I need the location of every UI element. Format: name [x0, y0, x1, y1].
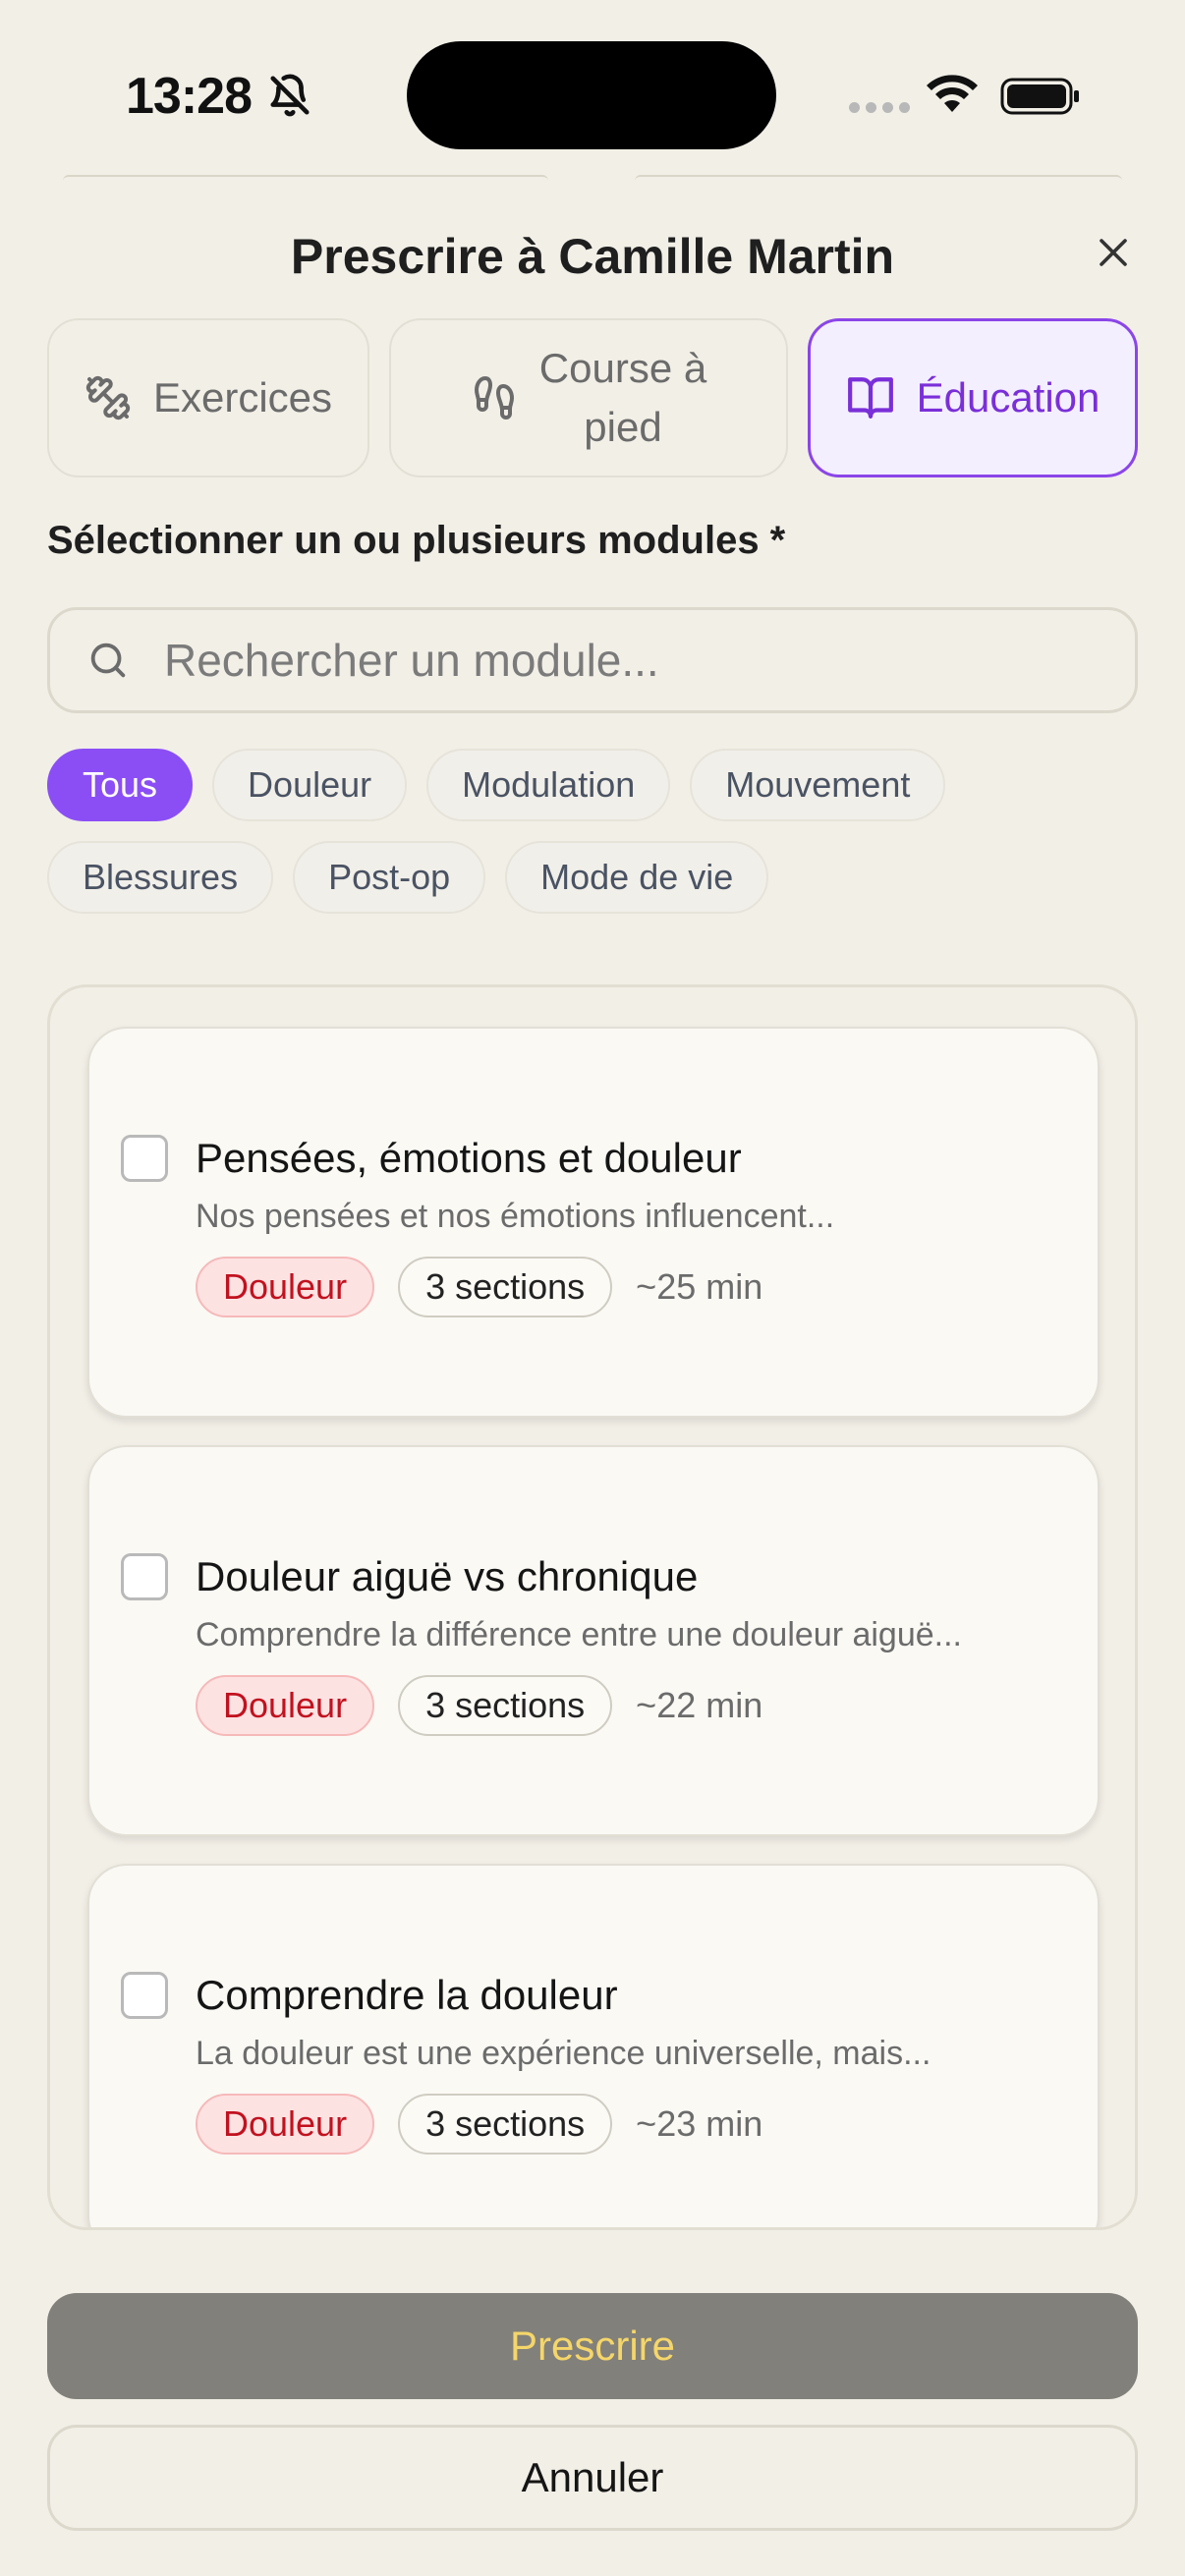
- module-title: Douleur aiguë vs chronique: [196, 1553, 699, 1599]
- tab-label: Éducation: [916, 374, 1100, 420]
- module-meta: Douleur 3 sections ~22 min: [196, 1675, 762, 1736]
- sheet-title: Prescrire à Camille Martin: [290, 229, 895, 284]
- sections-badge: 3 sections: [398, 2094, 613, 2155]
- module-description: Comprendre la différence entre une doule…: [196, 1616, 962, 1653]
- module-card[interactable]: Douleur aiguë vs chronique Comprendre la…: [87, 1445, 1100, 1836]
- duration-label: ~23 min: [636, 2103, 763, 2144]
- status-bar: 13:28: [0, 0, 1185, 187]
- footprints-icon: [474, 376, 514, 420]
- tab-exercices[interactable]: Exercices: [47, 318, 369, 477]
- tab-label-line: Course à: [538, 345, 707, 391]
- sections-badge: 3 sections: [398, 1257, 613, 1317]
- cancel-button[interactable]: Annuler: [47, 2425, 1138, 2531]
- wifi-icon: [927, 75, 978, 112]
- module-meta: Douleur 3 sections ~23 min: [196, 2094, 762, 2155]
- search-input[interactable]: [164, 634, 1048, 687]
- category-badge: Douleur: [196, 1257, 375, 1317]
- signal-icon: [849, 102, 910, 113]
- search-field[interactable]: [47, 607, 1138, 713]
- tab-label: Course à pied: [539, 339, 706, 457]
- tab-label-line: pied: [584, 404, 662, 450]
- dynamic-island: [407, 41, 776, 149]
- filter-chip-blessures[interactable]: Blessures: [47, 841, 274, 914]
- filter-chip-post-op[interactable]: Post-op: [293, 841, 486, 914]
- category-badge: Douleur: [196, 2094, 375, 2155]
- module-description: La douleur est une expérience universell…: [196, 2035, 931, 2072]
- module-list[interactable]: Pensées, émotions et douleur Nos pensées…: [47, 984, 1138, 2230]
- status-time: 13:28: [126, 68, 253, 125]
- close-icon: [1100, 239, 1127, 266]
- filter-chip-modulation[interactable]: Modulation: [426, 749, 671, 821]
- filter-chips: Tous Douleur Modulation Mouvement Blessu…: [47, 749, 1138, 914]
- filter-chip-douleur[interactable]: Douleur: [212, 749, 408, 821]
- module-checkbox[interactable]: [121, 1553, 168, 1600]
- tab-label: Exercices: [152, 374, 333, 420]
- bell-slash-icon: [270, 74, 310, 117]
- tab-education[interactable]: Éducation: [808, 318, 1138, 477]
- tab-course-a-pied[interactable]: Course à pied: [389, 318, 788, 477]
- module-card[interactable]: Comprendre la douleur La douleur est une…: [87, 1864, 1100, 2227]
- dumbbell-icon: [85, 375, 131, 420]
- module-checkbox[interactable]: [121, 1972, 168, 2019]
- book-open-icon: [847, 377, 893, 419]
- module-title: Pensées, émotions et douleur: [196, 1135, 742, 1181]
- background-sheet-edge: [635, 175, 1122, 181]
- duration-label: ~25 min: [636, 1266, 763, 1307]
- filter-chip-mode-de-vie[interactable]: Mode de vie: [505, 841, 769, 914]
- filter-chip-tous[interactable]: Tous: [47, 749, 194, 821]
- module-card[interactable]: Pensées, émotions et douleur Nos pensées…: [87, 1027, 1100, 1418]
- filter-chip-mouvement[interactable]: Mouvement: [690, 749, 946, 821]
- prescribe-button[interactable]: Prescrire: [47, 2293, 1138, 2399]
- module-description: Nos pensées et nos émotions influencent.…: [196, 1198, 835, 1235]
- module-meta: Douleur 3 sections ~25 min: [196, 1257, 762, 1317]
- module-checkbox[interactable]: [121, 1135, 168, 1182]
- sections-badge: 3 sections: [398, 1675, 613, 1736]
- background-sheet-edge: [63, 175, 548, 181]
- category-badge: Douleur: [196, 1675, 375, 1736]
- duration-label: ~22 min: [636, 1685, 763, 1725]
- battery-icon: [1000, 78, 1079, 115]
- modules-label: Sélectionner un ou plusieurs modules *: [47, 519, 786, 562]
- module-title: Comprendre la douleur: [196, 1972, 618, 2018]
- close-button[interactable]: [1089, 228, 1138, 277]
- search-icon: [90, 643, 126, 678]
